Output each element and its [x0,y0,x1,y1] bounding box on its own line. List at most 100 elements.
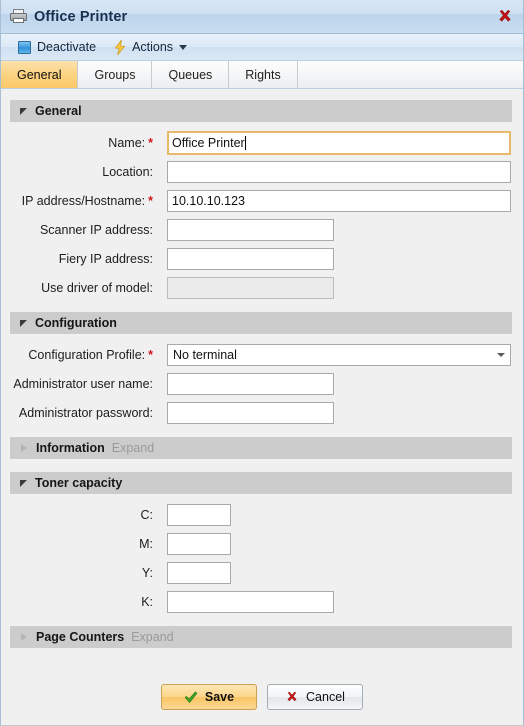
field-row-scanner-ip: Scanner IP address: [1,219,523,241]
field-control-name: Office Printer [167,131,511,155]
name-input[interactable]: Office Printer [167,131,511,155]
ip-hostname-input[interactable] [167,190,511,212]
field-control-admin-username [167,373,334,395]
configuration-profile-select[interactable]: No terminal [167,344,511,366]
required-asterisk: * [148,194,153,208]
tab-strip-filler [297,61,523,88]
toolbar-actions-button[interactable]: Actions [107,37,194,58]
toner-m-input[interactable] [167,533,231,555]
field-control-ip-hostname [167,190,511,212]
field-control-toner-k [167,591,334,613]
toolbar-deactivate-label: Deactivate [37,40,97,54]
field-row-location: Location: [1,161,523,183]
cancel-button[interactable]: Cancel [267,684,363,710]
label-ip-hostname: IP address/Hostname: * [21,194,153,208]
scanner-ip-input[interactable] [167,219,334,241]
section-header-information[interactable]: Information Expand [10,437,512,459]
label-admin-username: Administrator user name: [13,377,153,391]
section-header-page-counters[interactable]: Page Counters Expand [10,626,512,648]
tab-groups-label: Groups [94,67,136,82]
field-control-configuration-profile: No terminal [167,344,511,366]
chevron-down-icon [497,353,505,357]
section-header-configuration[interactable]: Configuration [10,312,512,334]
label-driver-model: Use driver of model: [41,281,153,295]
label-toner-k: K: [141,595,153,609]
section-header-general[interactable]: General [10,100,512,122]
required-asterisk: * [148,136,153,150]
red-x-icon [285,691,299,704]
printer-icon [10,9,27,24]
field-row-toner-c: C: [1,504,523,526]
configuration-profile-value: No terminal [173,348,237,362]
label-location: Location: [102,165,153,179]
triangle-collapsed-icon [21,444,27,452]
label-fiery-ip: Fiery IP address: [58,252,153,266]
field-control-toner-c [167,504,231,526]
window-title-bar: Office Printer [1,0,523,34]
save-button[interactable]: Save [161,684,257,710]
deactivate-square-icon [18,40,31,54]
field-row-fiery-ip: Fiery IP address: [1,248,523,270]
lightning-bolt-icon [114,39,126,55]
field-row-toner-y: Y: [1,562,523,584]
toner-k-input[interactable] [167,591,334,613]
toner-y-input[interactable] [167,562,231,584]
field-row-name: Name: * Office Printer [1,131,523,155]
tab-general[interactable]: General [1,61,79,88]
section-header-toner-capacity[interactable]: Toner capacity [10,472,512,494]
page-title: Office Printer [34,8,128,25]
chevron-down-icon [179,44,188,50]
field-control-driver-model [167,277,334,299]
label-scanner-ip: Scanner IP address: [39,223,153,237]
tab-rights-label: Rights [245,67,281,82]
tab-rights[interactable]: Rights [229,61,298,88]
field-row-toner-k: K: [1,591,523,613]
printer-properties-dialog: Office Printer Deactivate Actions Genera… [0,0,524,726]
dropdown-toggle[interactable] [492,345,510,365]
field-control-scanner-ip [167,219,334,241]
toolbar-deactivate-button[interactable]: Deactivate [11,37,103,58]
triangle-collapsed-icon [21,633,27,641]
fiery-ip-input[interactable] [167,248,334,270]
toolbar: Deactivate Actions [1,34,523,61]
label-admin-password: Administrator password: [18,406,153,420]
field-row-configuration-profile: Configuration Profile: * No terminal [1,344,523,366]
admin-password-input[interactable] [167,402,334,424]
field-row-toner-m: M: [1,533,523,555]
save-button-label: Save [204,690,235,704]
admin-username-input[interactable] [167,373,334,395]
toner-c-input[interactable] [167,504,231,526]
location-input[interactable] [167,161,511,183]
tab-queues[interactable]: Queues [152,61,230,88]
label-toner-y: Y: [141,566,153,580]
field-control-location [167,161,511,183]
section-expand-link-page-counters[interactable]: Expand [131,630,173,644]
section-expand-link-information[interactable]: Expand [112,441,154,455]
field-control-toner-y [167,562,231,584]
toner-capacity-fields: C: M: Y: K: [1,504,523,613]
tab-queues-label: Queues [168,67,213,82]
tab-general-label: General [17,67,62,82]
section-title-general: General [35,104,82,118]
label-toner-c: C: [140,508,154,522]
field-control-admin-password [167,402,334,424]
general-tab-panel: General Name:* Office Printer Location: [1,91,523,669]
green-check-icon [184,691,198,704]
dialog-footer: Save Cancel [1,669,523,725]
field-control-fiery-ip [167,248,334,270]
section-title-information: Information [36,441,105,455]
label-name: Name: * [108,136,153,150]
field-row-driver-model: Use driver of model: [1,277,523,299]
close-icon[interactable] [497,9,513,25]
label-toner-m: M: [139,537,153,551]
section-title-toner-capacity: Toner capacity [35,476,123,490]
triangle-expanded-icon [20,107,27,115]
triangle-expanded-icon [20,479,27,487]
general-fields: Name: * Office Printer Location: IP addre… [1,131,523,299]
label-configuration-profile: Configuration Profile: * [28,348,153,362]
toolbar-actions-label: Actions [132,40,174,54]
tab-bar: General Groups Queues Rights [1,61,523,89]
field-control-toner-m [167,533,231,555]
tab-groups[interactable]: Groups [78,61,153,88]
name-input-value: Office Printer [172,136,245,150]
